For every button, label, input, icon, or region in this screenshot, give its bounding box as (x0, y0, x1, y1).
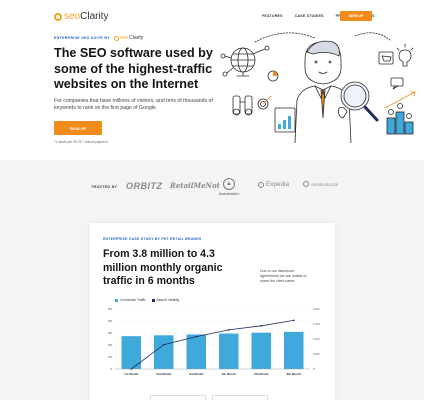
hero-note: *1 month per 30-75 + annual payment (54, 140, 108, 144)
logo-suffix: Clarity (80, 11, 109, 22)
x-axis-tick: 1st Month (124, 372, 138, 376)
brand-logo-autotrader: ▲ Autotrader (213, 178, 245, 196)
legend-swatch-traffic (115, 298, 118, 302)
case-study-note: Due to our disclosure agreements we are … (260, 269, 307, 284)
brand-logo-overstock: overstock.com (303, 181, 338, 187)
case-study-card: ENTERPRISE CASE STUDY BY PET RETAIL BRAN… (90, 223, 335, 400)
chart-point (162, 343, 165, 346)
overstock-label: overstock.com (311, 181, 338, 187)
x-axis-tick: 3rd Month (189, 372, 204, 376)
right-axis-tick: 0 (313, 367, 315, 371)
seoclarity-logo[interactable]: seoClarity (54, 11, 108, 22)
brand-logo-expedia: Expedia (258, 181, 289, 188)
x-axis-tick: 5th Month (254, 372, 268, 376)
logo-ring-icon (54, 12, 62, 21)
hero-eyebrow-text: ENTERPRISE SEO SUITE BY (54, 36, 111, 40)
cart-icon (378, 51, 394, 65)
left-axis-tick: 2M (108, 343, 113, 347)
case-study-title: From 3.8 million to 4.3 million monthly … (103, 248, 223, 288)
nav-signup-button[interactable]: SIGN UP (340, 11, 372, 21)
team-podium-icon (384, 91, 416, 135)
right-axis-tick: 2.0% (313, 307, 320, 311)
overstock-icon (303, 181, 309, 187)
eyebrow-logo-suffix: Clarity (129, 35, 144, 41)
autotrader-icon: ▲ (223, 178, 235, 190)
target-icon (257, 95, 272, 110)
left-axis-tick: 1M (108, 355, 113, 359)
nav-link-case-studies[interactable]: CASE STUDIES (295, 14, 324, 18)
case-study-eyebrow: ENTERPRISE CASE STUDY BY PET RETAIL BRAN… (103, 237, 202, 241)
nav-link-features[interactable]: FEATURES (262, 14, 283, 18)
hero-eyebrow-logo: seo Clarity (114, 35, 143, 41)
pie-chart-icon (267, 70, 279, 82)
logo-prefix: seo (64, 11, 81, 22)
legend-item-visibility: Search Visibility (151, 298, 180, 302)
autotrader-label: Autotrader (218, 191, 240, 196)
chat-icon (390, 77, 404, 90)
legend-label-visibility: Search Visibility (156, 298, 180, 302)
legend-swatch-visibility (151, 298, 155, 302)
hero-subtitle: For companies that have millions of visi… (54, 98, 213, 112)
chart-bar (251, 332, 271, 369)
x-axis-tick: 4th Month (222, 372, 236, 376)
growth-chart-icon (274, 107, 296, 133)
chart-bar (284, 331, 304, 369)
lightbulb-icon (396, 43, 414, 67)
left-axis-tick: 4M (108, 319, 113, 323)
x-axis-tick: 6th Month (287, 372, 301, 376)
traffic-chart: 5M 4M 3M 2M 1M 0 2.0% 1.5% 1.0% 0.5% 0 1st Month 2nd… (108, 307, 320, 376)
chart-point (292, 319, 295, 322)
right-axis-tick: 1.5% (313, 322, 320, 326)
mini-card-left (150, 395, 206, 400)
chart-bar (154, 335, 174, 369)
hero-signup-button[interactable]: SIGN UP (54, 121, 102, 135)
trusted-label: TRUSTED BY (91, 185, 118, 189)
globe-icon (230, 47, 256, 77)
chart-legend: Conversion Traffic Search Visibility (115, 298, 179, 302)
chart-bar (219, 333, 239, 369)
left-axis-tick: 0 (110, 367, 112, 371)
right-axis-tick: 0.5% (313, 352, 320, 356)
legend-item-traffic: Conversion Traffic (115, 298, 146, 302)
hero-illustration (220, 32, 416, 143)
chart-bar (186, 334, 206, 369)
chart-point (227, 328, 230, 331)
chart-point (260, 324, 263, 327)
chart-point (195, 335, 198, 338)
x-axis-tick: 2nd Month (156, 372, 171, 376)
legend-label-traffic: Conversion Traffic (120, 298, 146, 302)
left-axis-tick: 3M (108, 331, 113, 335)
logo-ring-icon (114, 35, 120, 41)
brand-logo-orbitz: ORBITZ (126, 181, 163, 191)
eyebrow-logo-prefix: seo (120, 35, 129, 41)
expedia-globe-icon (258, 181, 264, 188)
left-axis-tick: 5M (108, 307, 113, 311)
hero-eyebrow: ENTERPRISE SEO SUITE BY seo Clarity (54, 35, 143, 41)
right-axis-tick: 1.0% (313, 337, 320, 341)
expedia-label: Expedia (266, 181, 290, 188)
binoculars-icon (232, 95, 253, 116)
mini-card-right (212, 395, 268, 400)
hero-title: The SEO software used by some of the hig… (54, 46, 213, 91)
